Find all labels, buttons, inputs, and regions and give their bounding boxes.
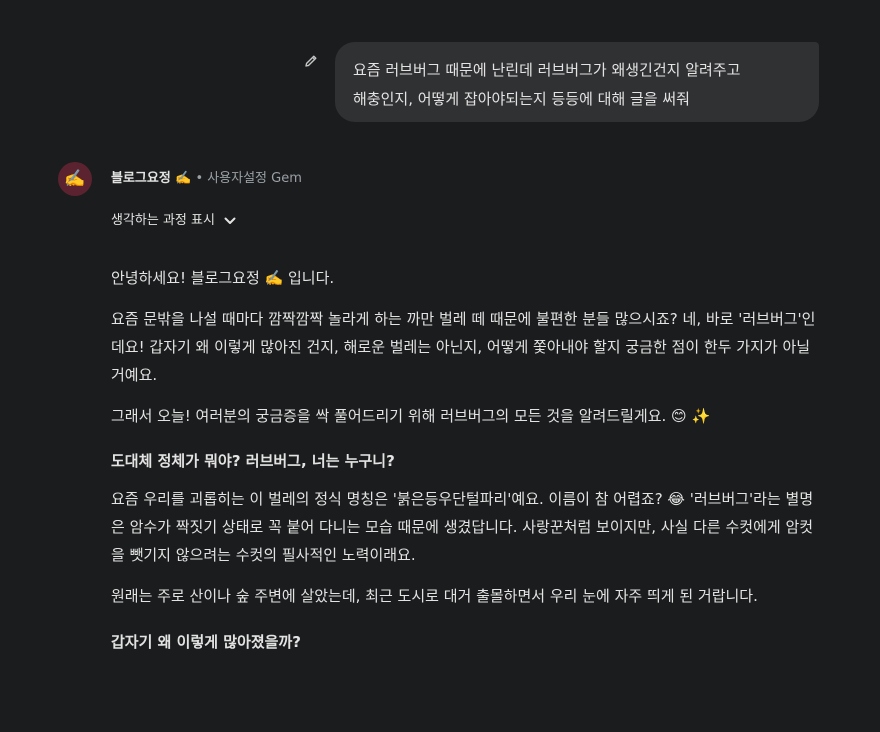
user-message-line: 해충인지, 어떻게 잡아야되는지 등등에 대해 글을 써줘 — [353, 90, 690, 108]
response-paragraph: 요즘 문밖을 나설 때마다 깜짝깜짝 놀라게 하는 까만 벌레 떼 때문에 불편… — [111, 310, 816, 384]
gem-avatar: ✍️ — [58, 162, 92, 196]
show-thinking-label: 생각하는 과정 표시 — [111, 213, 215, 228]
show-thinking-button[interactable]: 생각하는 과정 표시 — [111, 211, 237, 231]
gem-separator: • — [195, 171, 204, 186]
gem-name: 블로그요정 ✍️ — [111, 171, 192, 186]
gem-type-label: 사용자설정 Gem — [207, 171, 302, 186]
chevron-down-icon — [224, 217, 236, 224]
writing-hand-icon: ✍️ — [64, 169, 86, 189]
user-message-bubble: 요즘 러브버그 때문에 난린데 러브버그가 왜생긴건지 알려주고 해충인지, 어… — [335, 42, 819, 122]
response-paragraph: 원래는 주로 산이나 숲 주변에 살았는데, 최근 도시로 대거 출몰하면서 우… — [111, 587, 758, 605]
user-message-line: 요즘 러브버그 때문에 난린데 러브버그가 왜생긴건지 알려주고 — [353, 61, 741, 79]
section-heading: 도대체 정체가 뭐야? 러브버그, 너는 누구니? — [111, 452, 395, 470]
gem-header: 블로그요정 ✍️ • 사용자설정 Gem — [111, 169, 302, 189]
edit-icon[interactable] — [303, 53, 319, 69]
response-body: 안녕하세요! 블로그요정 ✍️ 입니다. 요즘 문밖을 나설 때마다 깜짝깜짝 … — [111, 264, 823, 666]
section-heading: 갑자기 왜 이렇게 많아졌을까? — [111, 633, 301, 651]
response-paragraph: 안녕하세요! 블로그요정 ✍️ 입니다. — [111, 269, 335, 287]
response-paragraph: 그래서 오늘! 여러분의 궁금증을 싹 풀어드리기 위해 러브버그의 모든 것을… — [111, 407, 711, 425]
response-paragraph: 요즘 우리를 괴롭히는 이 벌레의 정식 명칭은 '붉은등우단털파리'예요. 이… — [111, 490, 814, 564]
